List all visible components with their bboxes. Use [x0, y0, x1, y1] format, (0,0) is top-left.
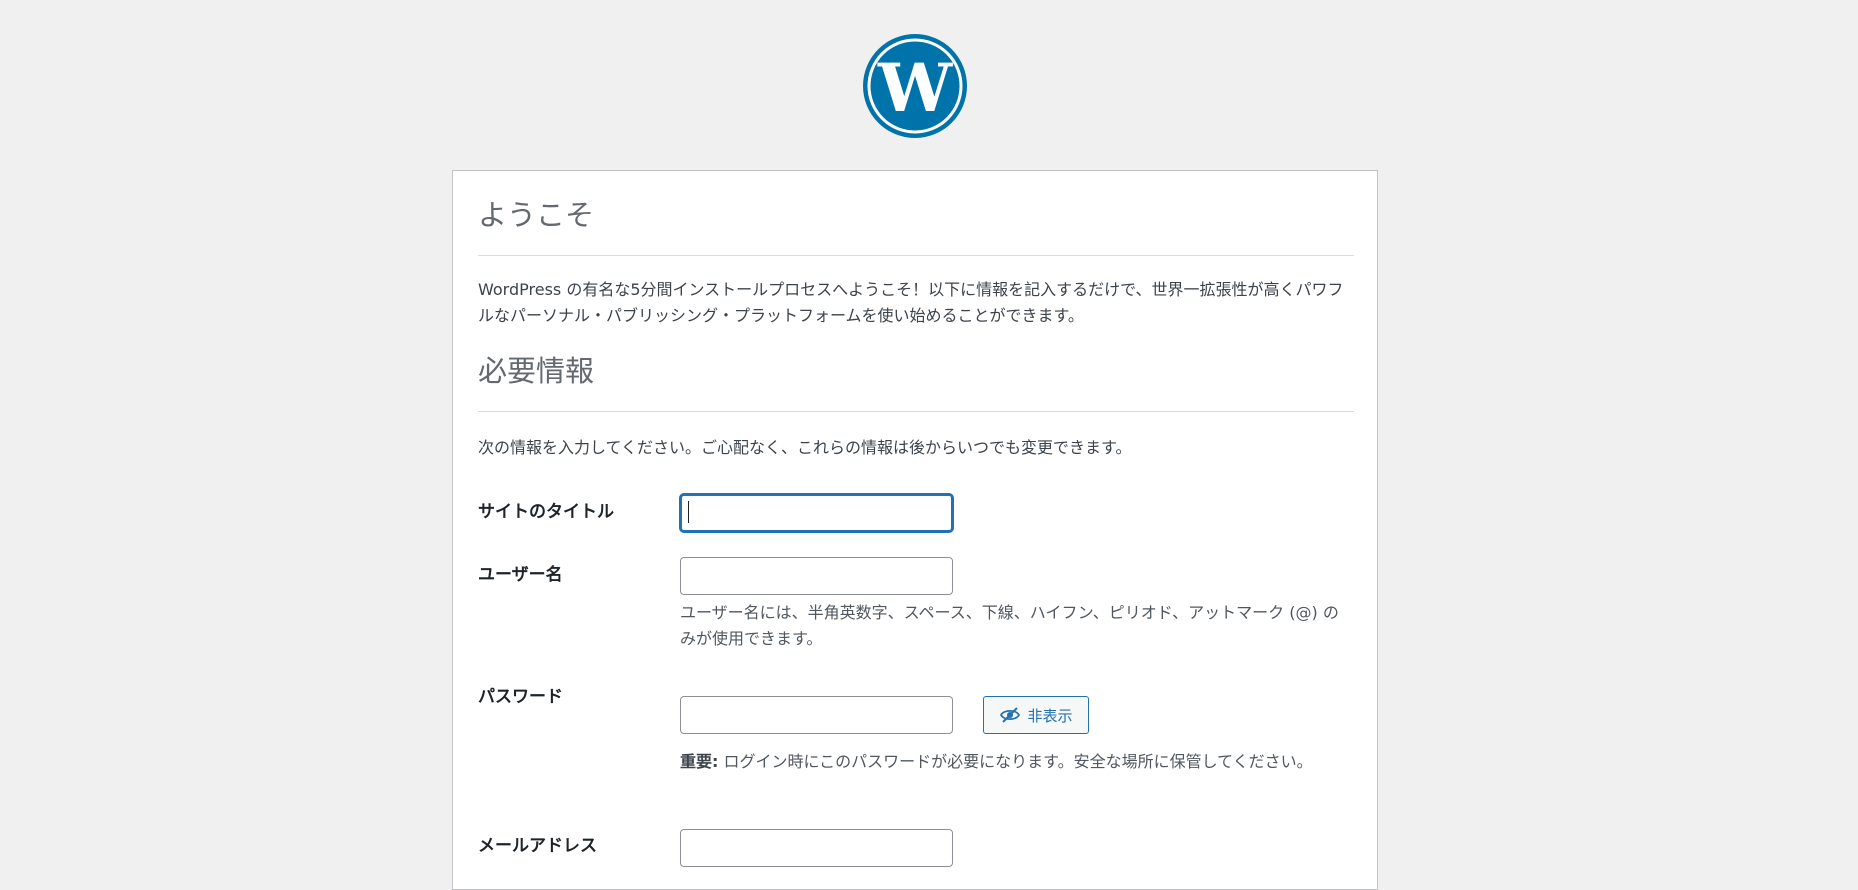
site-title-input[interactable] — [680, 494, 953, 532]
required-info-note: 次の情報を入力してください。ご心配なく、これらの情報は後からいつでも変更できます… — [478, 438, 1132, 457]
username-label: ユーザー名 — [478, 565, 563, 585]
eye-slash-icon — [1000, 707, 1021, 723]
password-hint: 重要: ログイン時にこのパスワードが必要になります。安全な場所に保管してください… — [680, 749, 1340, 775]
svg-text:W: W — [877, 49, 953, 127]
required-info-heading: 必要情報 — [478, 354, 595, 388]
email-label: メールアドレス — [478, 836, 597, 856]
welcome-intro: WordPress の有名な5分間インストールプロセスへようこそ！以下に情報を記… — [478, 280, 1344, 325]
wordpress-logo[interactable]: W — [862, 33, 968, 139]
required-info-divider — [478, 411, 1354, 412]
install-card: ようこそ WordPress の有名な5分間インストールプロセスへようこそ！以下… — [452, 170, 1378, 890]
welcome-divider — [478, 255, 1354, 256]
welcome-heading: ようこそ — [478, 198, 595, 232]
password-label: パスワード — [478, 687, 563, 707]
hide-password-button[interactable]: 非表示 — [983, 696, 1089, 734]
wordpress-logo-icon: W — [863, 34, 967, 138]
username-input[interactable] — [680, 557, 953, 595]
password-hint-text: ログイン時にこのパスワードが必要になります。安全な場所に保管してください。 — [718, 752, 1313, 771]
username-hint: ユーザー名には、半角英数字、スペース、下線、ハイフン、ピリオド、アットマーク (… — [680, 603, 1339, 648]
site-title-label: サイトのタイトル — [478, 502, 614, 522]
password-input[interactable] — [680, 696, 953, 734]
password-hint-important: 重要: — [680, 752, 719, 771]
hide-password-label: 非表示 — [1027, 706, 1073, 725]
email-input[interactable] — [680, 829, 953, 867]
text-caret — [688, 501, 689, 523]
